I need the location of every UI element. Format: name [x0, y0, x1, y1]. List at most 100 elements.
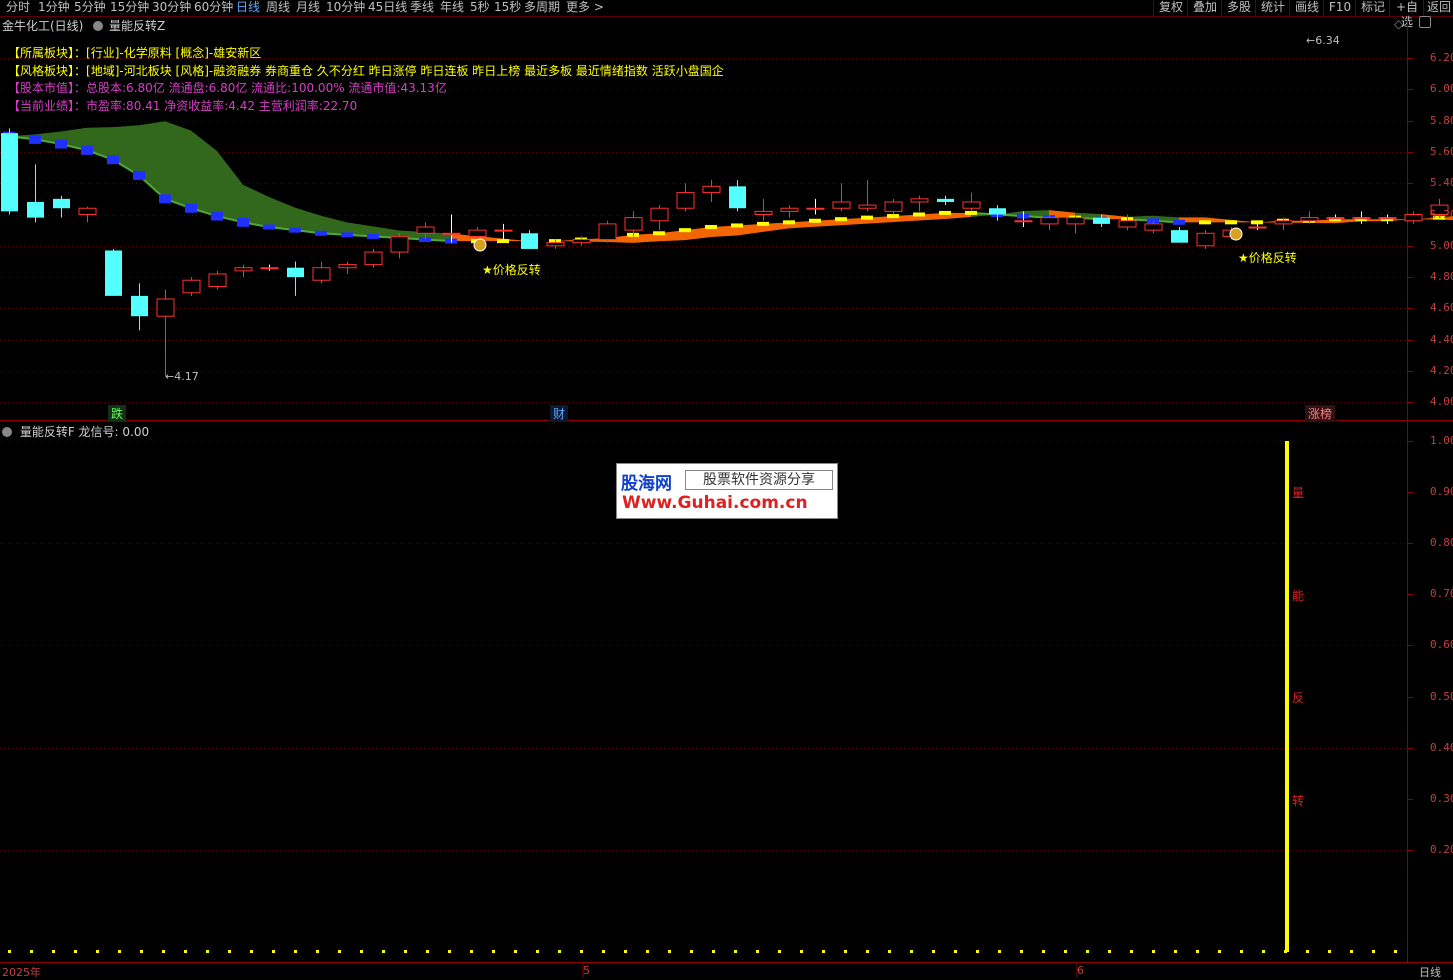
candle-body [27, 201, 44, 218]
signal-dot [756, 950, 759, 953]
main-panel-title: 金牛化工(日线) 量能反转Z [2, 17, 165, 34]
candle-body [1274, 220, 1293, 225]
price-tick: 4.00 [1430, 395, 1453, 409]
ma-dash [29, 134, 41, 144]
price-tick: 4.40 [1430, 332, 1453, 346]
ma-dash [1199, 220, 1211, 225]
signal-dot [1372, 950, 1375, 953]
event-tag[interactable]: 涨榜 [1305, 405, 1336, 422]
signal-tick: 0.70 [1430, 587, 1453, 601]
info-value: [地域]-河北板块 [风格]-融资融券 券商重仓 久不分红 昨日涨停 昨日连板 … [86, 63, 724, 78]
ma-dash [185, 203, 197, 213]
candle-body [1066, 217, 1085, 225]
ma-dash [315, 230, 327, 236]
info-line: 【股本市值】：总股本:6.80亿 流通盘:6.80亿 流通比:100.00% 流… [8, 79, 447, 96]
signal-dot [1196, 950, 1199, 953]
ma-dash [653, 231, 665, 236]
signal-tick: 0.90 [1430, 485, 1453, 499]
ma-dash [497, 239, 509, 244]
ma-dash [237, 217, 249, 227]
ma-dash [679, 228, 691, 233]
trend-ribbon [191, 130, 217, 217]
candle-body [598, 223, 617, 241]
candle-body [338, 264, 357, 269]
stock-title: 金牛化工(日线) [2, 19, 84, 33]
signal-dot [1020, 950, 1023, 953]
candle-body [1040, 217, 1059, 225]
ma-dash [289, 227, 301, 233]
event-tag[interactable]: 跌 [108, 405, 127, 422]
candle-body [182, 279, 201, 294]
collapse-icon[interactable] [2, 427, 12, 437]
candle-body [521, 233, 538, 249]
watermark-sub: 股票软件资源分享 [685, 470, 833, 490]
collapse-icon[interactable] [93, 21, 104, 31]
candle-body [1352, 217, 1371, 220]
candle-body [105, 250, 122, 296]
signal-dot [1328, 950, 1331, 953]
low-marker: ←4.17 [165, 370, 199, 383]
date-month-6: 6 [1077, 964, 1084, 977]
signal-dot [1306, 950, 1309, 953]
signal-dot [580, 950, 583, 953]
candle-body [364, 251, 383, 266]
sub-indicator-name[interactable]: 量能反转F 龙信号: 0.00 [20, 425, 149, 439]
candle-body [390, 235, 409, 253]
arrow-icon: ← [1306, 34, 1316, 47]
price-tick: 6.00 [1430, 82, 1453, 96]
signal-dot [74, 950, 77, 953]
sub-panel-title: 量能反转F 龙信号: 0.00 [2, 423, 149, 440]
signal-dot [536, 950, 539, 953]
signal-tick: 0.80 [1430, 536, 1453, 550]
ma-dash [341, 232, 353, 238]
ma-dash [81, 145, 93, 155]
info-line: 【风格板块】：[地域]-河北板块 [风格]-融资融券 券商重仓 久不分红 昨日涨… [8, 62, 724, 79]
price-tick: 4.80 [1430, 270, 1453, 284]
signal-dot [184, 950, 187, 953]
candle-body [1171, 230, 1188, 243]
ma-dash [913, 212, 925, 217]
candle-body [650, 207, 669, 222]
candle-body [1118, 220, 1137, 228]
price-tick: 4.60 [1430, 301, 1453, 315]
candle-body [131, 295, 148, 317]
signal-dot [1240, 950, 1243, 953]
candle-body [858, 204, 877, 209]
signal-dot [1218, 950, 1221, 953]
arrow-icon: ← [165, 370, 175, 383]
signal-dot [272, 950, 275, 953]
signal-dot [1262, 950, 1265, 953]
candle-body [910, 198, 929, 203]
candle-body [78, 207, 97, 216]
candle-body [1, 133, 18, 212]
ma-dash [939, 210, 951, 215]
expand-icon[interactable]: ◇ [1394, 17, 1403, 31]
candle-body [989, 208, 1006, 215]
info-value: [行业]-化学原料 [概念]-雄安新区 [86, 46, 262, 60]
ma-dash [55, 139, 67, 149]
signal-char: 量 [1292, 486, 1305, 500]
signal-bar [1285, 441, 1289, 952]
candle-body [832, 201, 851, 209]
indicator-name[interactable]: 量能反转Z [109, 19, 165, 33]
money-bag-icon [1229, 227, 1243, 241]
ma-dash [731, 223, 743, 228]
signal-dot [1064, 950, 1067, 953]
candle-body [494, 229, 513, 232]
candle-body [1093, 217, 1110, 224]
ma-dash [1173, 219, 1185, 225]
signal-dot [8, 950, 11, 953]
candle-body [287, 267, 304, 278]
signal-dot [646, 950, 649, 953]
ma-dash [887, 214, 899, 219]
candle-body [572, 239, 591, 244]
window-icon[interactable] [1419, 16, 1431, 28]
event-tag[interactable]: 财 [550, 405, 569, 422]
price-tick: 5.00 [1430, 238, 1453, 252]
candle-body [624, 217, 643, 231]
signal-dot [228, 950, 231, 953]
signal-dot [1042, 950, 1045, 953]
candle-body [1326, 217, 1345, 220]
signal-dot [1394, 950, 1397, 953]
signal-dot [888, 950, 891, 953]
